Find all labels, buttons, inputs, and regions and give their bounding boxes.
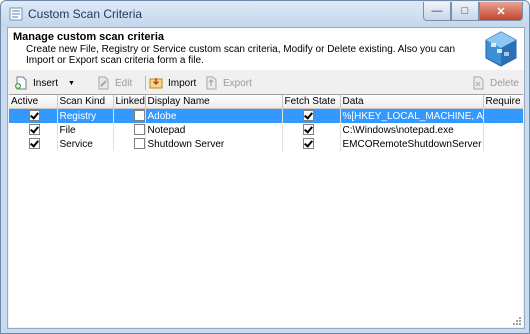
toolbar-separator <box>145 76 146 90</box>
grid-body: Registry Adobe %[HKEY_LOCAL_MACHINE, Adobe… <box>9 108 523 151</box>
chevron-down-icon[interactable]: ▼ <box>68 80 75 87</box>
import-button[interactable]: Import <box>149 75 196 91</box>
custom-scan-criteria-window: Custom Scan Criteria — □ ✕ Manage custom… <box>0 0 530 334</box>
active-cell <box>9 123 58 137</box>
column-header-data[interactable]: Data <box>340 95 484 109</box>
linked-cell <box>113 123 146 137</box>
column-header-active[interactable]: Active <box>9 95 58 109</box>
active-checkbox[interactable] <box>29 110 40 122</box>
app-logo-icon <box>485 31 517 67</box>
data-cell: EMCORemoteShutdownServer <box>340 137 484 151</box>
data-cell: %[HKEY_LOCAL_MACHINE, Adobe, <box>340 108 484 123</box>
linked-checkbox[interactable] <box>133 110 144 122</box>
maximize-button[interactable]: □ <box>451 2 479 21</box>
title-bar[interactable]: Custom Scan Criteria — □ ✕ <box>1 1 529 27</box>
edit-label: Edit <box>115 77 133 89</box>
linked-cell <box>113 137 146 151</box>
close-icon: ✕ <box>496 5 506 18</box>
minimize-button[interactable]: — <box>423 2 451 21</box>
linked-checkbox[interactable] <box>133 124 144 136</box>
scan-criteria-icon <box>9 7 23 21</box>
column-header-require[interactable]: Require R <box>483 95 523 109</box>
active-checkbox[interactable] <box>29 138 40 150</box>
toolbar: Insert ▼ Edit Import Export Delete <box>8 72 524 94</box>
scan-kind-cell: Service <box>57 137 114 151</box>
insert-label: Insert <box>33 77 59 89</box>
column-header-fetch-state[interactable]: Fetch State <box>282 95 341 109</box>
display-name-cell: Notepad <box>145 123 283 137</box>
data-cell: C:\Windows\notepad.exe <box>340 123 484 137</box>
scan-criteria-table: Active Scan Kind Linked Display Name Fet… <box>9 95 523 151</box>
fetch-state-checkbox[interactable] <box>302 138 314 150</box>
active-checkbox[interactable] <box>29 124 40 136</box>
scan-kind-cell: Registry <box>57 108 114 123</box>
delete-icon <box>473 76 484 90</box>
table-row[interactable]: Registry Adobe %[HKEY_LOCAL_MACHINE, Adobe… <box>9 108 523 123</box>
import-label: Import <box>168 77 197 89</box>
edit-button[interactable]: Edit <box>96 75 132 91</box>
dialog-client-area: Manage custom scan criteria Create new F… <box>7 27 525 329</box>
delete-label: Delete <box>490 77 519 89</box>
close-button[interactable]: ✕ <box>479 2 523 21</box>
require-cell <box>483 123 523 137</box>
page-title: Manage custom scan criteria <box>13 31 165 43</box>
scan-criteria-grid[interactable]: Active Scan Kind Linked Display Name Fet… <box>9 94 523 327</box>
insert-icon <box>15 76 27 90</box>
column-header-display-name[interactable]: Display Name <box>145 95 283 109</box>
minimize-icon: — <box>431 5 443 17</box>
active-cell <box>9 137 58 151</box>
window-controls: — □ ✕ <box>423 2 523 21</box>
header-panel: Manage custom scan criteria Create new F… <box>8 28 524 70</box>
edit-icon <box>98 76 109 90</box>
column-header-scan-kind[interactable]: Scan Kind <box>57 95 114 109</box>
header-row: Active Scan Kind Linked Display Name Fet… <box>9 95 523 109</box>
fetch-state-cell <box>282 108 341 123</box>
delete-button[interactable]: Delete <box>471 75 519 91</box>
fetch-state-cell <box>282 123 341 137</box>
scan-kind-cell: File <box>57 123 114 137</box>
resize-grip-icon[interactable] <box>512 316 522 326</box>
page-description: Create new File, Registry or Service cus… <box>26 44 456 66</box>
maximize-icon: □ <box>461 5 469 17</box>
fetch-state-checkbox[interactable] <box>302 124 314 136</box>
export-icon <box>206 76 217 90</box>
table-row[interactable]: File Notepad C:\Windows\notepad.exe <box>9 123 523 137</box>
require-cell <box>483 108 523 123</box>
require-cell <box>483 137 523 151</box>
linked-cell <box>113 108 146 123</box>
linked-checkbox[interactable] <box>133 138 144 150</box>
active-cell <box>9 108 58 123</box>
fetch-state-checkbox[interactable] <box>302 110 314 122</box>
display-name-cell: Adobe <box>145 108 283 123</box>
display-name-cell: Shutdown Server <box>145 137 283 151</box>
insert-button[interactable]: Insert ▼ <box>14 75 75 91</box>
window-title: Custom Scan Criteria <box>28 7 143 21</box>
export-button[interactable]: Export <box>204 75 252 91</box>
fetch-state-cell <box>282 137 341 151</box>
export-label: Export <box>223 77 252 89</box>
table-row[interactable]: Service Shutdown Server EMCORemoteShutdown… <box>9 137 523 151</box>
import-icon <box>149 78 163 89</box>
column-header-linked[interactable]: Linked <box>113 95 146 109</box>
